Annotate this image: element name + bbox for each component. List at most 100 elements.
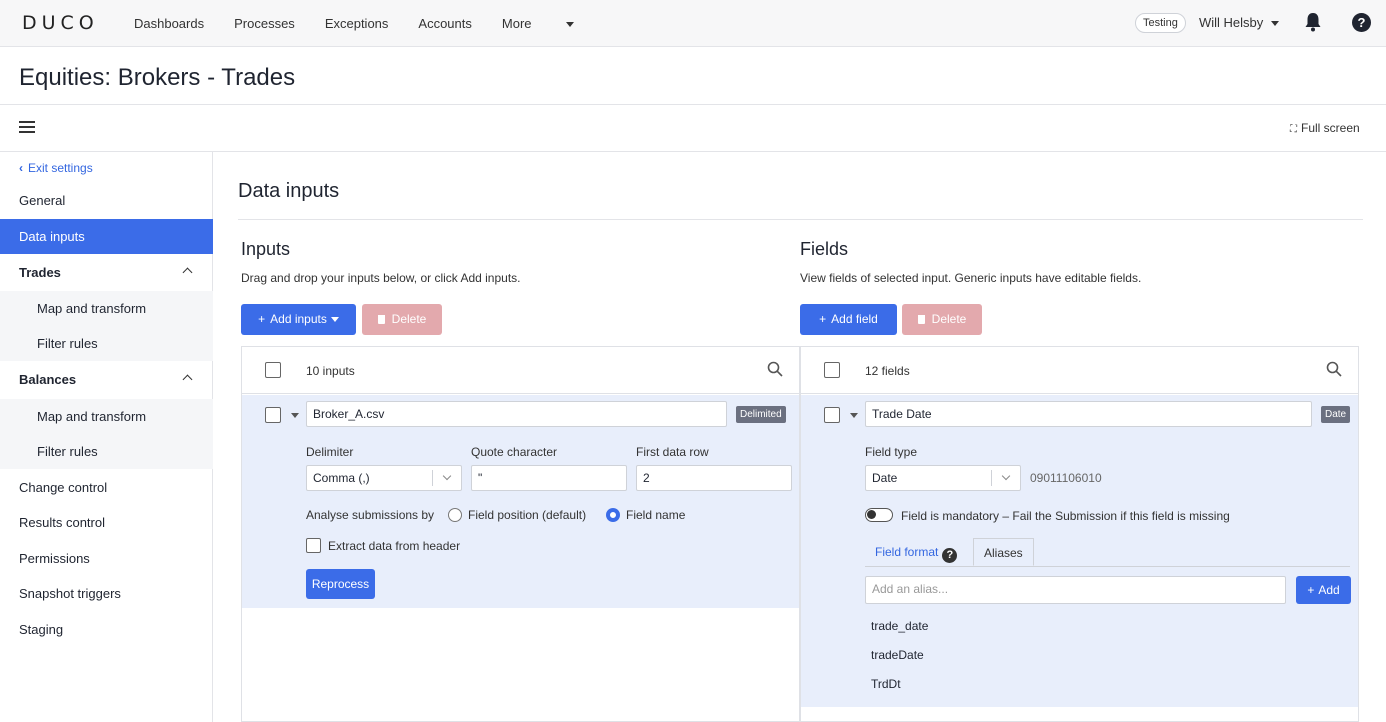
field-type-label: Field type (865, 445, 918, 459)
sidebar-item-general[interactable]: General (0, 183, 213, 218)
sidebar-group-label: Balances (19, 372, 77, 387)
sidebar-item-balances-filter-rules[interactable]: Filter rules (0, 434, 213, 469)
search-icon[interactable] (767, 361, 783, 377)
add-alias-button[interactable]: + Add (1296, 576, 1351, 604)
add-field-button[interactable]: + Add field (800, 304, 897, 335)
delete-field-button[interactable]: Delete (902, 304, 982, 335)
nav-links: Dashboards Processes Exceptions Accounts… (134, 16, 604, 31)
input-name-field[interactable]: Broker_A.csv (306, 401, 727, 427)
field-position-label: Field position (default) (468, 508, 587, 522)
field-name-field[interactable]: Trade Date (865, 401, 1312, 427)
sidebar-item-trades-map-transform[interactable]: Map and transform (0, 291, 213, 326)
select-all-fields-checkbox[interactable] (824, 362, 840, 378)
mandatory-toggle[interactable] (865, 508, 893, 522)
nav-link-exceptions[interactable]: Exceptions (325, 16, 389, 31)
delete-label: Delete (931, 312, 967, 326)
sidebar-item-change-control[interactable]: Change control (0, 470, 213, 505)
delimiter-label: Delimiter (306, 445, 354, 459)
inputs-panel: 10 inputs Broker_A.csv Delimited Delimit… (241, 346, 800, 722)
sidebar-group-trades[interactable]: Trades (0, 255, 213, 290)
alias-item: tradeDate (871, 648, 924, 662)
search-icon[interactable] (1326, 361, 1342, 377)
nav-link-accounts[interactable]: Accounts (418, 16, 471, 31)
field-name-radio[interactable] (606, 508, 620, 522)
reprocess-button[interactable]: Reprocess (306, 569, 375, 599)
select-all-inputs-checkbox[interactable] (265, 362, 281, 378)
delimiter-value: Comma (,) (313, 471, 370, 485)
chevron-down-icon (442, 471, 452, 481)
field-type-value: Date (872, 471, 898, 485)
alias-item: TrdDt (871, 677, 901, 691)
tab-field-format[interactable]: Field format? (865, 538, 967, 566)
quote-character-label: Quote character (471, 445, 558, 459)
inputs-title: Inputs (241, 239, 291, 259)
fields-count: 12 fields (865, 364, 910, 378)
fields-description: View fields of selected input. Generic i… (800, 271, 1142, 285)
field-type-select[interactable]: Date (865, 465, 1021, 491)
full-screen-label: Full screen (1301, 121, 1360, 135)
first-data-row-field[interactable]: 2 (636, 465, 792, 491)
sidebar-item-balances-map-transform[interactable]: Map and transform (0, 399, 213, 434)
hamburger-menu-icon[interactable] (19, 121, 35, 133)
sidebar-item-data-inputs[interactable]: Data inputs (0, 219, 213, 254)
exit-settings-link[interactable]: ‹ Exit settings (19, 161, 93, 175)
expand-icon: ⛶ (1290, 124, 1297, 135)
nav-link-processes[interactable]: Processes (234, 16, 295, 31)
tab-aliases[interactable]: Aliases (973, 538, 1034, 566)
expand-caret-icon[interactable] (850, 413, 858, 418)
input-row-checkbox[interactable] (265, 407, 281, 423)
mandatory-label: Field is mandatory – Fail the Submission… (901, 509, 1230, 523)
plus-icon: + (819, 312, 827, 326)
divider (238, 219, 1363, 220)
trash-icon (917, 315, 925, 324)
delete-inputs-button[interactable]: Delete (362, 304, 442, 335)
caret-down-icon (565, 22, 574, 28)
full-screen-button[interactable]: ⛶ Full screen (1290, 121, 1360, 135)
chevron-up-icon (182, 267, 193, 278)
quote-character-field[interactable]: " (471, 465, 627, 491)
selected-field-row: Trade Date Date Field type Date 09011106… (801, 395, 1358, 707)
trash-icon (377, 315, 385, 324)
add-inputs-button[interactable]: + Add inputs (241, 304, 356, 335)
chevron-up-icon (182, 374, 193, 385)
divider (0, 104, 1386, 105)
nav-link-more[interactable]: More (502, 16, 574, 31)
bell-icon[interactable] (1304, 12, 1322, 32)
section-title: Data inputs (238, 180, 340, 202)
expand-caret-icon[interactable] (291, 413, 299, 418)
user-menu[interactable]: Will Helsby (1199, 15, 1280, 30)
inputs-panel-header: 10 inputs (242, 347, 799, 394)
inputs-count: 10 inputs (306, 364, 355, 378)
fields-title: Fields (800, 239, 849, 259)
first-data-row-label: First data row (636, 445, 709, 459)
add-inputs-label: Add inputs (270, 312, 327, 326)
add-field-label: Add field (831, 312, 878, 326)
sidebar-item-snapshot-triggers[interactable]: Snapshot triggers (0, 576, 213, 611)
chevron-left-icon: ‹ (19, 161, 23, 175)
sidebar-item-trades-filter-rules[interactable]: Filter rules (0, 326, 213, 361)
nav-link-dashboards[interactable]: Dashboards (134, 16, 204, 31)
help-icon[interactable]: ? (1352, 13, 1371, 32)
analyse-submissions-label: Analyse submissions by (306, 508, 435, 522)
input-type-badge: Delimited (736, 406, 786, 423)
duco-logo[interactable]: DUCO (22, 12, 99, 34)
plus-icon: + (1307, 583, 1315, 597)
delimiter-select[interactable]: Comma (,) (306, 465, 462, 491)
field-position-radio[interactable] (448, 508, 462, 522)
field-code: 09011106010 (1030, 471, 1102, 485)
sidebar-item-permissions[interactable]: Permissions (0, 541, 213, 576)
field-row-checkbox[interactable] (824, 407, 840, 423)
nav-link-more-label: More (501, 16, 532, 31)
page-title: Equities: Brokers - Trades (19, 64, 296, 91)
sidebar-item-staging[interactable]: Staging (0, 612, 213, 647)
extract-header-checkbox[interactable] (306, 538, 321, 553)
sidebar-item-results-control[interactable]: Results control (0, 505, 213, 540)
sidebar-group-balances[interactable]: Balances (0, 362, 213, 397)
alias-input[interactable]: Add an alias... (865, 576, 1286, 604)
tab-field-format-label: Field format (875, 545, 939, 559)
extract-header-label: Extract data from header (328, 539, 461, 553)
tabs-divider (865, 566, 1350, 567)
field-type-badge: Date (1321, 406, 1351, 423)
alias-item: trade_date (871, 619, 929, 633)
fields-panel: 12 fields Trade Date Date Field type Dat… (800, 346, 1359, 722)
